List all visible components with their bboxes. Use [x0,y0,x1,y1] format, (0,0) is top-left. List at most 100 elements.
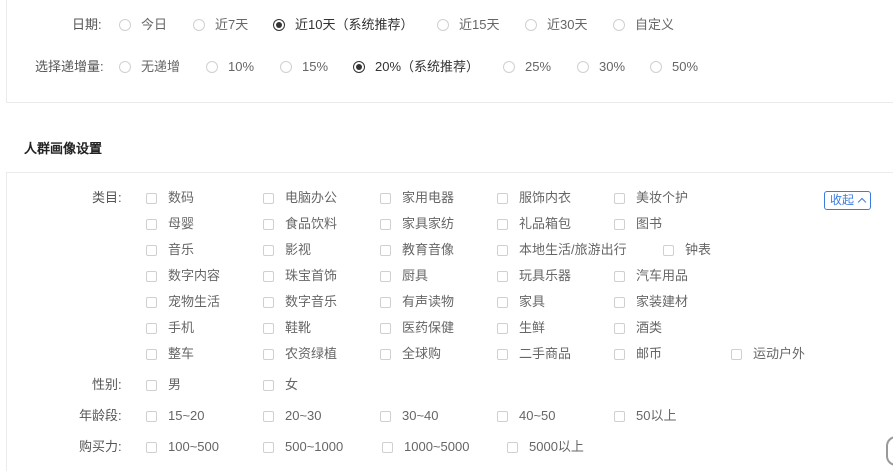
checkbox-icon[interactable] [497,270,508,282]
increment-option-2[interactable]: 15% [280,59,328,75]
category-checkbox[interactable]: 家装建材 [614,294,688,310]
checkbox-icon[interactable] [263,244,274,256]
checkbox-icon[interactable] [614,348,625,360]
category-checkbox[interactable]: 邮币 [614,346,662,362]
checkbox-icon[interactable] [263,192,274,204]
increment-option-6[interactable]: 50% [650,59,698,75]
checkbox-icon[interactable] [146,322,157,334]
checkbox-icon[interactable] [146,244,157,256]
age-checkbox[interactable]: 50以上 [614,408,676,424]
checkbox-icon[interactable] [507,441,518,453]
radio-icon[interactable] [613,19,625,31]
checkbox-icon[interactable] [497,244,508,256]
category-checkbox[interactable]: 整车 [146,346,194,362]
category-checkbox[interactable]: 影视 [263,242,311,258]
radio-icon[interactable] [280,61,292,73]
checkbox-icon[interactable] [146,296,157,308]
age-checkbox[interactable]: 15~20 [146,408,205,424]
age-checkbox[interactable]: 30~40 [380,408,439,424]
checkbox-icon[interactable] [263,441,274,453]
category-checkbox[interactable]: 礼品箱包 [497,216,571,232]
category-checkbox[interactable]: 手机 [146,320,194,336]
category-checkbox[interactable]: 电脑办公 [263,190,337,206]
age-checkbox[interactable]: 40~50 [497,408,556,424]
category-checkbox[interactable]: 服饰内衣 [497,190,571,206]
category-checkbox[interactable]: 二手商品 [497,346,571,362]
radio-icon[interactable] [437,19,449,31]
radio-icon[interactable] [119,19,131,31]
checkbox-icon[interactable] [382,441,393,453]
date-option-0[interactable]: 今日 [119,17,167,33]
gender-checkbox[interactable]: 女 [263,377,298,393]
increment-option-4[interactable]: 25% [503,59,551,75]
checkbox-icon[interactable] [497,218,508,230]
category-checkbox[interactable]: 运动户外 [731,346,805,362]
radio-icon[interactable] [503,61,515,73]
category-checkbox[interactable]: 家具家纺 [380,216,454,232]
increment-option-1[interactable]: 10% [206,59,254,75]
age-checkbox[interactable]: 20~30 [263,408,322,424]
checkbox-icon[interactable] [497,192,508,204]
category-checkbox[interactable]: 食品饮料 [263,216,337,232]
collapse-button[interactable]: 收起 [824,191,872,210]
checkbox-icon[interactable] [263,410,274,422]
date-option-3[interactable]: 近15天 [437,17,499,33]
checkbox-icon[interactable] [497,322,508,334]
checkbox-icon[interactable] [263,296,274,308]
checkbox-icon[interactable] [380,270,391,282]
checkbox-icon[interactable] [146,348,157,360]
category-checkbox[interactable]: 母婴 [146,216,194,232]
checkbox-icon[interactable] [146,218,157,230]
category-checkbox[interactable]: 音乐 [146,242,194,258]
checkbox-icon[interactable] [146,441,157,453]
category-checkbox[interactable]: 有声读物 [380,294,454,310]
checkbox-icon[interactable] [146,379,157,391]
category-checkbox[interactable]: 生鲜 [497,320,545,336]
category-checkbox[interactable]: 家用电器 [380,190,454,206]
date-option-1[interactable]: 近7天 [193,17,248,33]
checkbox-icon[interactable] [614,296,625,308]
checkbox-icon[interactable] [614,410,625,422]
checkbox-icon[interactable] [146,270,157,282]
spending-checkbox[interactable]: 5000以上 [507,439,584,455]
checkbox-icon[interactable] [380,296,391,308]
spending-checkbox[interactable]: 1000~5000 [382,439,469,455]
radio-icon[interactable] [119,61,131,73]
category-checkbox[interactable]: 厨具 [380,268,428,284]
category-checkbox[interactable]: 钟表 [663,242,711,258]
category-checkbox[interactable]: 全球购 [380,346,441,362]
checkbox-icon[interactable] [146,410,157,422]
date-option-4[interactable]: 近30天 [525,17,587,33]
category-checkbox[interactable]: 数码 [146,190,194,206]
category-checkbox[interactable]: 酒类 [614,320,662,336]
checkbox-icon[interactable] [263,379,274,391]
checkbox-icon[interactable] [614,322,625,334]
category-checkbox[interactable]: 美妆个护 [614,190,688,206]
checkbox-icon[interactable] [263,218,274,230]
radio-icon[interactable] [525,19,537,31]
checkbox-icon[interactable] [263,348,274,360]
checkbox-icon[interactable] [614,218,625,230]
checkbox-icon[interactable] [731,348,742,360]
checkbox-icon[interactable] [263,322,274,334]
radio-icon[interactable] [206,61,218,73]
checkbox-icon[interactable] [380,348,391,360]
checkbox-icon[interactable] [497,296,508,308]
increment-option-3[interactable]: 20%（系统推荐） [353,59,479,75]
checkbox-icon[interactable] [614,192,625,204]
category-checkbox[interactable]: 本地生活/旅游出行 [497,242,627,258]
radio-icon[interactable] [353,61,365,73]
checkbox-icon[interactable] [146,192,157,204]
gender-checkbox[interactable]: 男 [146,377,181,393]
category-checkbox[interactable]: 玩具乐器 [497,268,571,284]
scroll-handle-icon[interactable] [886,436,893,466]
date-option-5[interactable]: 自定义 [613,17,674,33]
category-checkbox[interactable]: 数字音乐 [263,294,337,310]
spending-checkbox[interactable]: 100~500 [146,439,219,455]
category-checkbox[interactable]: 教育音像 [380,242,454,258]
radio-icon[interactable] [273,19,285,31]
category-checkbox[interactable]: 汽车用品 [614,268,688,284]
date-option-2[interactable]: 近10天（系统推荐） [273,17,413,33]
checkbox-icon[interactable] [263,270,274,282]
checkbox-icon[interactable] [497,410,508,422]
